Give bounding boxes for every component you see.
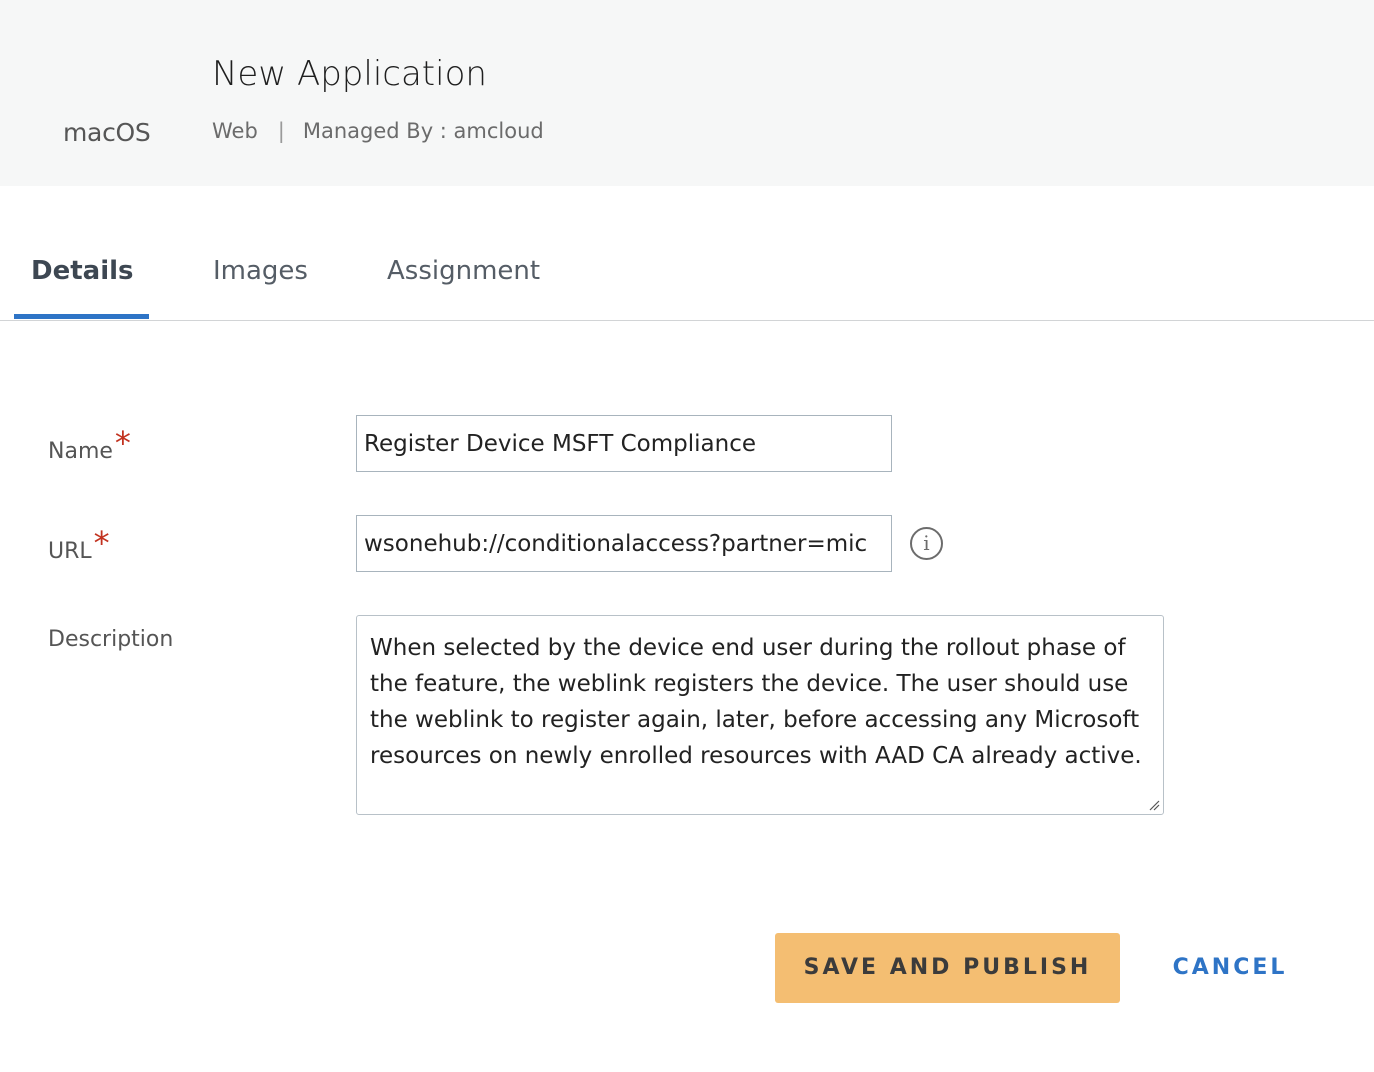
app-header: macOS New Application Web | Managed By : a… (0, 0, 1374, 186)
tab-bar: Details Images Assignment (0, 244, 1374, 321)
description-label: Description (48, 627, 174, 652)
required-marker: * (93, 524, 110, 562)
url-field[interactable] (356, 515, 892, 572)
name-label: Name* (48, 424, 131, 466)
meta-separator: | (277, 119, 285, 143)
name-label-text: Name (48, 439, 113, 464)
tab-images[interactable]: Images (213, 256, 308, 286)
platform-logo: macOS (63, 118, 151, 147)
active-tab-indicator (14, 314, 149, 319)
info-icon[interactable]: i (910, 527, 943, 560)
description-text: When selected by the device end user dur… (370, 635, 1142, 769)
description-field[interactable]: When selected by the device end user dur… (356, 615, 1164, 815)
managed-by: Managed By : amcloud (302, 119, 544, 143)
cancel-button[interactable]: CANCEL (1160, 933, 1300, 1003)
tab-assignment[interactable]: Assignment (387, 256, 540, 286)
url-label: URL* (48, 524, 110, 566)
app-meta: Web | Managed By : amcloud (212, 119, 544, 143)
app-type: Web (212, 119, 258, 143)
url-label-text: URL (48, 539, 92, 564)
page-title: New Application (212, 54, 487, 94)
save-and-publish-button[interactable]: SAVE AND PUBLISH (775, 933, 1120, 1003)
tab-details[interactable]: Details (31, 256, 134, 286)
resize-handle-icon[interactable] (1148, 799, 1160, 811)
required-marker: * (114, 424, 131, 462)
name-field[interactable] (356, 415, 892, 472)
